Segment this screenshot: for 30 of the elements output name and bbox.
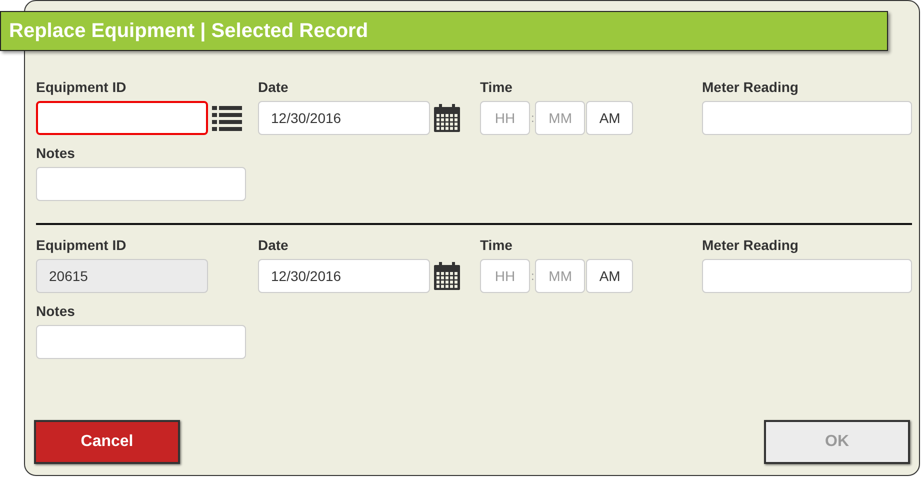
minute-field[interactable]: MM: [535, 259, 586, 293]
time-separator: :: [531, 269, 534, 283]
minute-field[interactable]: MM: [535, 101, 586, 135]
field-label: Time: [480, 237, 512, 253]
am-pm-toggle[interactable]: AM: [586, 101, 634, 135]
time-separator: :: [531, 111, 534, 125]
list-icon[interactable]: [212, 104, 242, 132]
am-pm-toggle[interactable]: AM: [586, 259, 634, 293]
date-field[interactable]: 12/30/2016: [258, 259, 430, 293]
cancel-button[interactable]: Cancel: [34, 420, 180, 464]
meter-reading-field[interactable]: [702, 101, 912, 135]
field-label: Equipment ID: [36, 237, 126, 253]
field-label: Notes: [36, 145, 75, 161]
notes-field[interactable]: [36, 325, 246, 359]
hour-field[interactable]: HH: [480, 259, 530, 293]
meter-reading-field[interactable]: [702, 259, 912, 293]
dialog-title-bar: Replace Equipment | Selected Record: [0, 11, 888, 51]
field-label: Notes: [36, 303, 75, 319]
field-label: Meter Reading: [702, 79, 798, 95]
hour-field[interactable]: HH: [480, 101, 530, 135]
calendar-icon[interactable]: [434, 104, 460, 132]
field-label: Time: [480, 79, 512, 95]
date-field[interactable]: 12/30/2016: [258, 101, 430, 135]
field-label: Date: [258, 79, 288, 95]
field-label: Date: [258, 237, 288, 253]
field-label: Meter Reading: [702, 237, 798, 253]
field-label: Equipment ID: [36, 79, 126, 95]
calendar-icon[interactable]: [434, 262, 460, 290]
equipment-id-field[interactable]: [36, 101, 208, 135]
notes-field[interactable]: [36, 167, 246, 201]
